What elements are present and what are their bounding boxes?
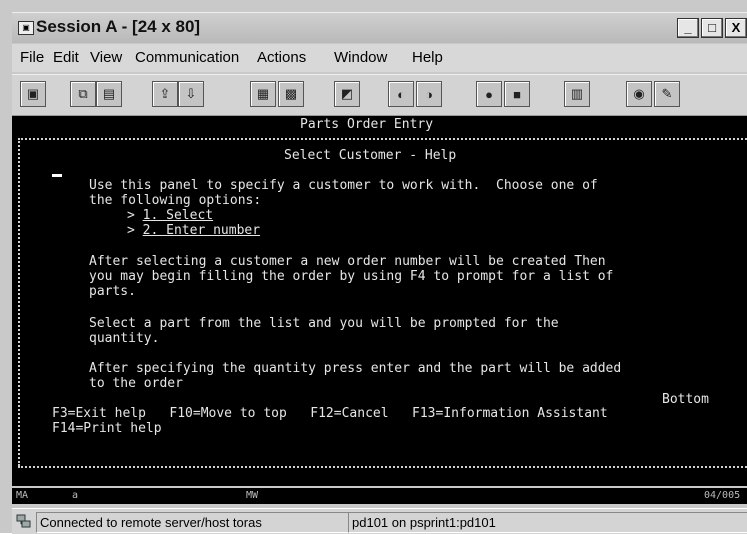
oia-indicator: MA [16, 490, 29, 501]
panel-border-bottom [18, 466, 747, 468]
function-keys: F3=Exit help F10=Move to top F12=Cancel … [52, 406, 608, 421]
help-text: After selecting a customer a new order n… [89, 254, 606, 269]
network-connection-icon [16, 513, 32, 529]
clipboard-icon[interactable]: ▥ [564, 81, 590, 107]
panel-border-top [18, 138, 747, 140]
help-text: the following options: [89, 193, 262, 208]
help-text: Select a part from the list and you will… [89, 316, 559, 331]
help-text: parts. [89, 284, 136, 299]
panel-border-left [18, 138, 20, 466]
oia-session: a [72, 490, 79, 501]
option-enter-number[interactable]: > 2. Enter number [127, 223, 260, 238]
display-setup-icon[interactable]: ▦ [250, 81, 276, 107]
close-button[interactable]: X [725, 18, 747, 38]
print-screen-icon[interactable]: ▣ [20, 81, 46, 107]
screen-header: Parts Order Entry [300, 117, 434, 132]
start-recording-icon[interactable]: ● [476, 81, 502, 107]
menu-actions[interactable]: Actions [257, 49, 306, 66]
help-text: Use this panel to specify a customer to … [89, 178, 598, 193]
minimize-button[interactable]: _ [677, 18, 699, 38]
color-icon[interactable]: ◉ [626, 81, 652, 107]
connection-status: Connected to remote server/host toras [36, 512, 349, 533]
help-text: you may begin filling the order by using… [89, 269, 614, 284]
help-text: to the order [89, 376, 183, 391]
menu-file[interactable]: File [20, 49, 44, 66]
menu-window[interactable]: Window [334, 49, 387, 66]
help-text: quantity. [89, 331, 160, 346]
operator-info-area: MA a MW 04/005 [12, 488, 747, 504]
cursor-position: 04/005 [704, 490, 741, 501]
function-keys: F14=Print help [52, 421, 162, 436]
paste-icon[interactable]: ▤ [96, 81, 122, 107]
oia-mode: MW [246, 490, 259, 501]
help-text: After specifying the quantity press ente… [89, 361, 622, 376]
copy-icon[interactable]: ⧉ [70, 81, 96, 107]
menu-bar: File Edit View Communication Actions Win… [12, 44, 747, 72]
menu-edit[interactable]: Edit [53, 49, 79, 66]
record-macro-icon[interactable]: ◐ [388, 81, 414, 107]
option-marker: > [127, 223, 143, 238]
edit-icon[interactable]: ✎ [654, 81, 680, 107]
scroll-position-label: Bottom [662, 392, 709, 407]
option-select-label[interactable]: 1. Select [143, 208, 213, 223]
printer-status: pd101 on psprint1:pd101 [348, 512, 747, 533]
title-bar: ▣ Session A - [24 x 80] _ □ X [12, 12, 747, 43]
stop-recording-icon[interactable]: ■ [504, 81, 530, 107]
panel-title: Select Customer - Help [284, 148, 457, 163]
menu-help[interactable]: Help [412, 49, 443, 66]
option-marker: > [127, 208, 143, 223]
toolbar: ▣ ⧉ ▤ ⇪ ⇩ ▦ ▩ ◩ ◐ ◑ ● ■ ▥ ◉ ✎ [12, 74, 747, 116]
text-cursor [52, 174, 62, 177]
keyboard-icon[interactable]: ▩ [278, 81, 304, 107]
macro-icon[interactable]: ◩ [334, 81, 360, 107]
terminal-screen[interactable]: Parts Order Entry Select Customer - Help… [12, 116, 747, 486]
window-title: Session A - [24 x 80] [36, 17, 201, 36]
system-menu-icon[interactable]: ▣ [18, 21, 34, 35]
receive-file-icon[interactable]: ⇩ [178, 81, 204, 107]
status-bar: Connected to remote server/host toras pd… [12, 508, 747, 534]
maximize-button[interactable]: □ [701, 18, 723, 38]
option-select[interactable]: > 1. Select [127, 208, 213, 223]
play-macro-icon[interactable]: ◑ [416, 81, 442, 107]
emulator-window: ▣ Session A - [24 x 80] _ □ X File Edit … [0, 0, 747, 534]
option-enter-number-label[interactable]: 2. Enter number [143, 223, 260, 238]
menu-view[interactable]: View [90, 49, 122, 66]
send-file-icon[interactable]: ⇪ [152, 81, 178, 107]
menu-communication[interactable]: Communication [135, 49, 239, 66]
